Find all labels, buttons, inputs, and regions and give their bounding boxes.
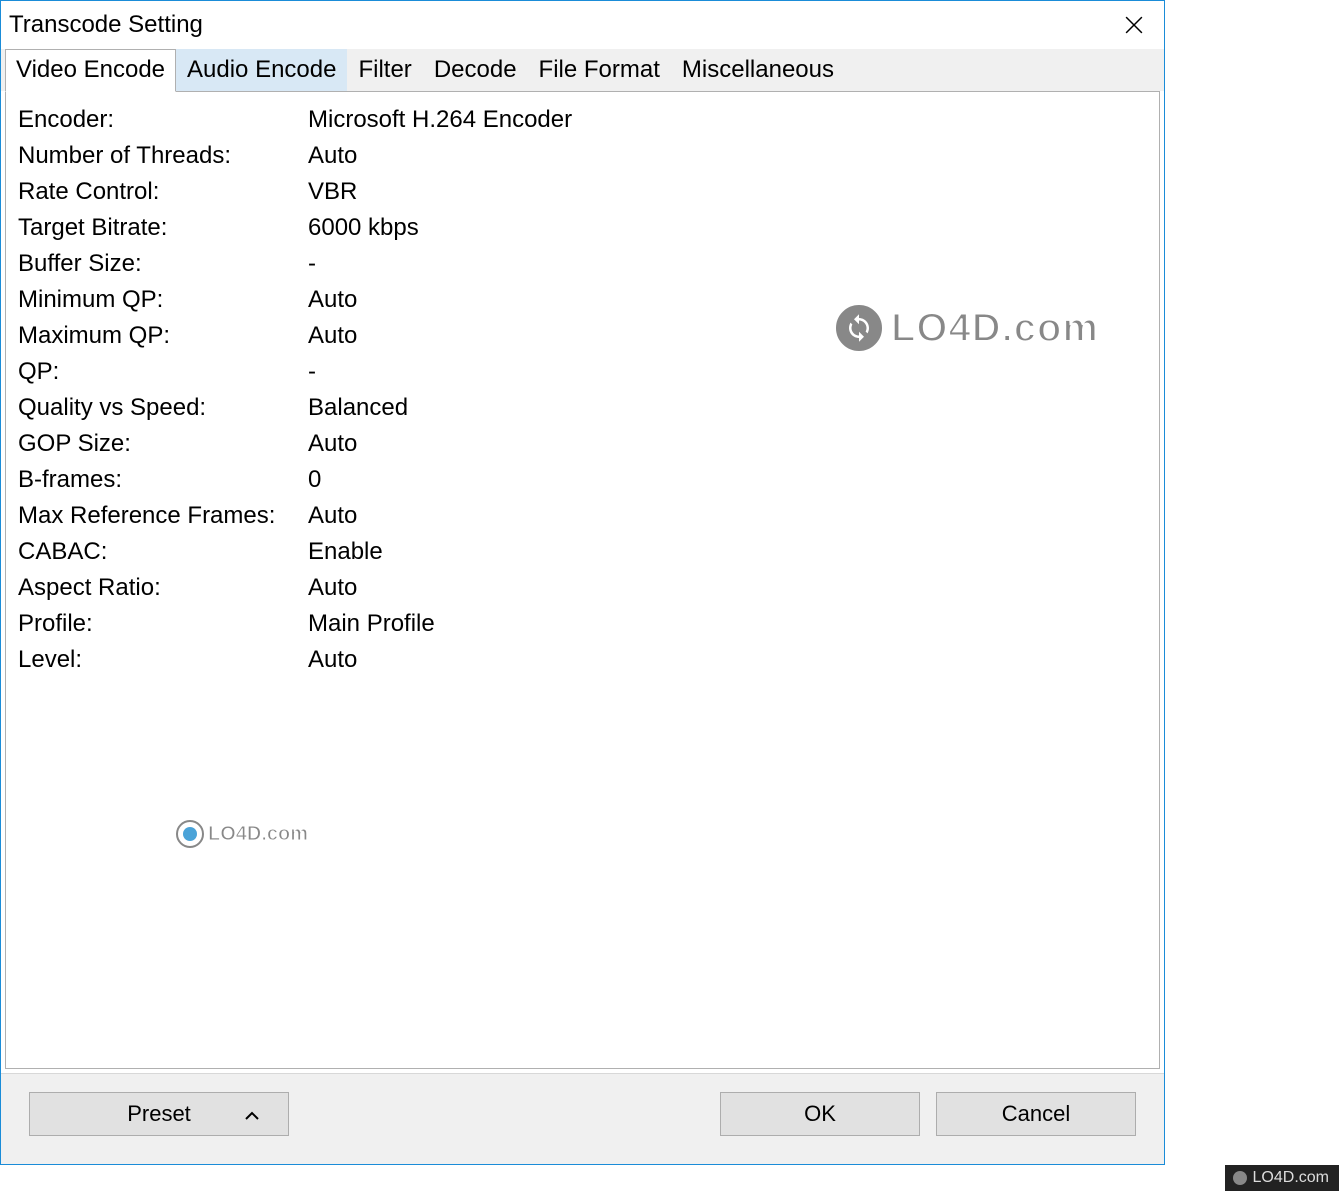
ok-button[interactable]: OK (720, 1092, 920, 1136)
setting-label: Level: (18, 642, 308, 678)
tab-audio-encode[interactable]: Audio Encode (176, 49, 347, 91)
setting-value: Microsoft H.264 Encoder (308, 102, 1147, 138)
setting-row[interactable]: Level:Auto (18, 642, 1147, 678)
setting-row[interactable]: Buffer Size:- (18, 246, 1147, 282)
tab-miscellaneous[interactable]: Miscellaneous (671, 49, 845, 91)
setting-row[interactable]: GOP Size:Auto (18, 426, 1147, 462)
setting-value: - (308, 354, 1147, 390)
window-title: Transcode Setting (9, 11, 1104, 39)
close-button[interactable] (1104, 1, 1164, 49)
setting-label: Aspect Ratio: (18, 570, 308, 606)
titlebar: Transcode Setting (1, 1, 1164, 49)
setting-label: QP: (18, 354, 308, 390)
close-icon (1125, 16, 1143, 34)
setting-row[interactable]: Encoder:Microsoft H.264 Encoder (18, 102, 1147, 138)
setting-row[interactable]: Profile:Main Profile (18, 606, 1147, 642)
setting-row[interactable]: Quality vs Speed:Balanced (18, 390, 1147, 426)
setting-row[interactable]: Number of Threads:Auto (18, 138, 1147, 174)
setting-value: Auto (308, 138, 1147, 174)
cancel-button[interactable]: Cancel (936, 1092, 1136, 1136)
setting-label: B-frames: (18, 462, 308, 498)
setting-value: Auto (308, 642, 1147, 678)
setting-row[interactable]: CABAC:Enable (18, 534, 1147, 570)
setting-label: Minimum QP: (18, 282, 308, 318)
setting-label: Rate Control: (18, 174, 308, 210)
setting-value: 0 (308, 462, 1147, 498)
setting-label: Max Reference Frames: (18, 498, 308, 534)
setting-value: Auto (308, 498, 1147, 534)
setting-label: Encoder: (18, 102, 308, 138)
setting-label: Buffer Size: (18, 246, 308, 282)
button-bar: Preset OK Cancel (1, 1073, 1164, 1164)
setting-label: Profile: (18, 606, 308, 642)
setting-label: Quality vs Speed: (18, 390, 308, 426)
tab-decode[interactable]: Decode (423, 49, 528, 91)
setting-label: CABAC: (18, 534, 308, 570)
preset-label: Preset (127, 1101, 191, 1127)
setting-value: Auto (308, 282, 1147, 318)
setting-value: VBR (308, 174, 1147, 210)
setting-label: GOP Size: (18, 426, 308, 462)
recycle-icon (176, 820, 204, 848)
setting-row[interactable]: Rate Control:VBR (18, 174, 1147, 210)
chevron-up-icon (244, 1101, 260, 1127)
setting-row[interactable]: QP:- (18, 354, 1147, 390)
setting-value: Enable (308, 534, 1147, 570)
setting-row[interactable]: B-frames:0 (18, 462, 1147, 498)
setting-row[interactable]: Target Bitrate:6000 kbps (18, 210, 1147, 246)
setting-label: Maximum QP: (18, 318, 308, 354)
setting-row[interactable]: Minimum QP:Auto (18, 282, 1147, 318)
setting-value: Auto (308, 318, 1147, 354)
tab-file-format[interactable]: File Format (528, 49, 671, 91)
setting-row[interactable]: Maximum QP:Auto (18, 318, 1147, 354)
recycle-icon (1233, 1171, 1247, 1185)
setting-value: Main Profile (308, 606, 1147, 642)
setting-label: Number of Threads: (18, 138, 308, 174)
site-badge-text: LO4D.com (1253, 1169, 1329, 1187)
watermark-icon: LO4D.com (176, 820, 308, 848)
setting-value: - (308, 246, 1147, 282)
setting-row[interactable]: Max Reference Frames:Auto (18, 498, 1147, 534)
tab-video-encode[interactable]: Video Encode (5, 49, 176, 92)
settings-panel: Encoder:Microsoft H.264 Encoder Number o… (5, 91, 1160, 1069)
setting-label: Target Bitrate: (18, 210, 308, 246)
tab-bar: Video Encode Audio Encode Filter Decode … (1, 49, 1164, 91)
preset-button[interactable]: Preset (29, 1092, 289, 1136)
setting-value: Balanced (308, 390, 1147, 426)
setting-value: 6000 kbps (308, 210, 1147, 246)
site-badge: LO4D.com (1225, 1165, 1339, 1191)
setting-row[interactable]: Aspect Ratio:Auto (18, 570, 1147, 606)
tab-filter[interactable]: Filter (347, 49, 422, 91)
setting-value: Auto (308, 426, 1147, 462)
setting-value: Auto (308, 570, 1147, 606)
dialog-window: Transcode Setting Video Encode Audio Enc… (0, 0, 1165, 1165)
watermark-text: LO4D.com (208, 823, 308, 846)
